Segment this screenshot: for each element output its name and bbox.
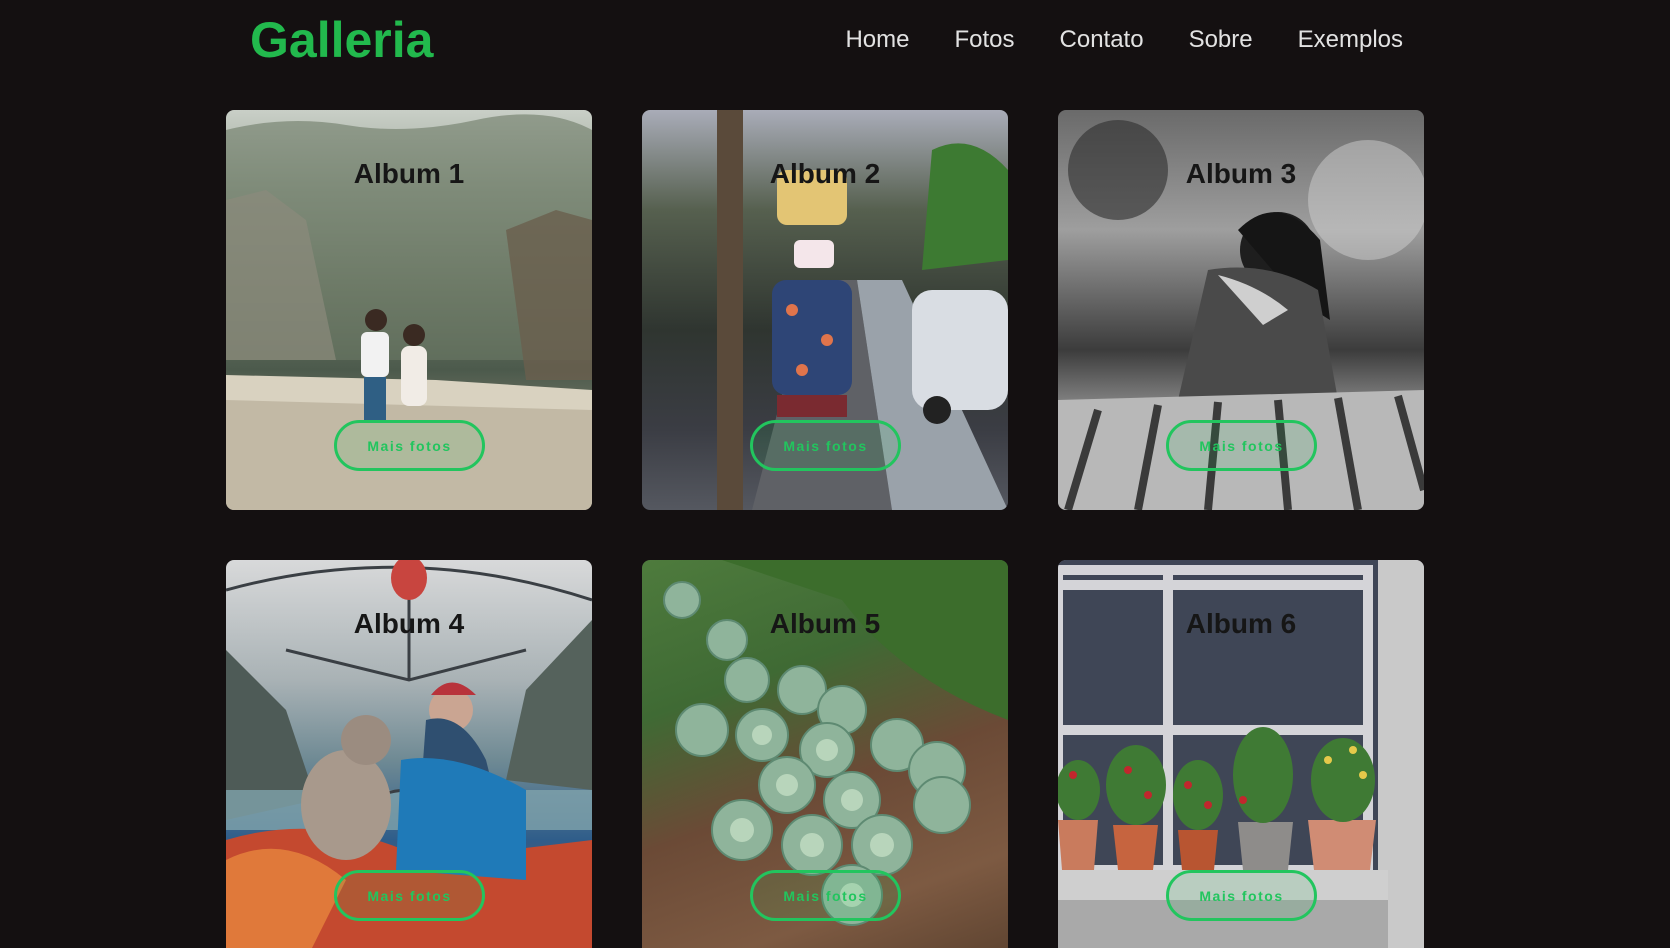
more-photos-button[interactable]: Mais fotos bbox=[750, 870, 901, 921]
more-photos-button[interactable]: Mais fotos bbox=[1166, 420, 1317, 471]
nav-sobre[interactable]: Sobre bbox=[1189, 26, 1253, 54]
album-title: Album 6 bbox=[1185, 608, 1297, 639]
album-card: Album 4 Mais fotos bbox=[226, 560, 592, 948]
more-photos-button[interactable]: Mais fotos bbox=[1166, 870, 1317, 921]
album-grid: Album 1 Mais fotos Album 2 Mais fotos Al… bbox=[226, 110, 1424, 948]
more-photos-button[interactable]: Mais fotos bbox=[750, 420, 901, 471]
page: Galleria Home Fotos Contato Sobre Exempl… bbox=[0, 0, 1670, 948]
album-card: Album 1 Mais fotos bbox=[226, 110, 592, 510]
album-card: Album 2 Mais fotos bbox=[642, 110, 1008, 510]
nav-fotos[interactable]: Fotos bbox=[954, 26, 1014, 54]
nav-exemplos[interactable]: Exemplos bbox=[1298, 26, 1403, 54]
album-title: Album 3 bbox=[1185, 158, 1297, 189]
nav-home[interactable]: Home bbox=[845, 26, 909, 54]
album-card: Album 3 Mais fotos bbox=[1058, 110, 1424, 510]
more-photos-button[interactable]: Mais fotos bbox=[334, 870, 485, 921]
album-card: Album 6 Mais fotos bbox=[1058, 560, 1424, 948]
album-card: Album 5 Mais fotos bbox=[642, 560, 1008, 948]
album-title: Album 5 bbox=[769, 608, 881, 639]
main-nav: Home Fotos Contato Sobre Exemplos bbox=[0, 22, 1403, 58]
more-photos-button[interactable]: Mais fotos bbox=[334, 420, 485, 471]
nav-contato[interactable]: Contato bbox=[1060, 26, 1144, 54]
album-title: Album 1 bbox=[353, 158, 465, 189]
album-title: Album 2 bbox=[769, 158, 881, 189]
album-title: Album 4 bbox=[353, 608, 465, 639]
